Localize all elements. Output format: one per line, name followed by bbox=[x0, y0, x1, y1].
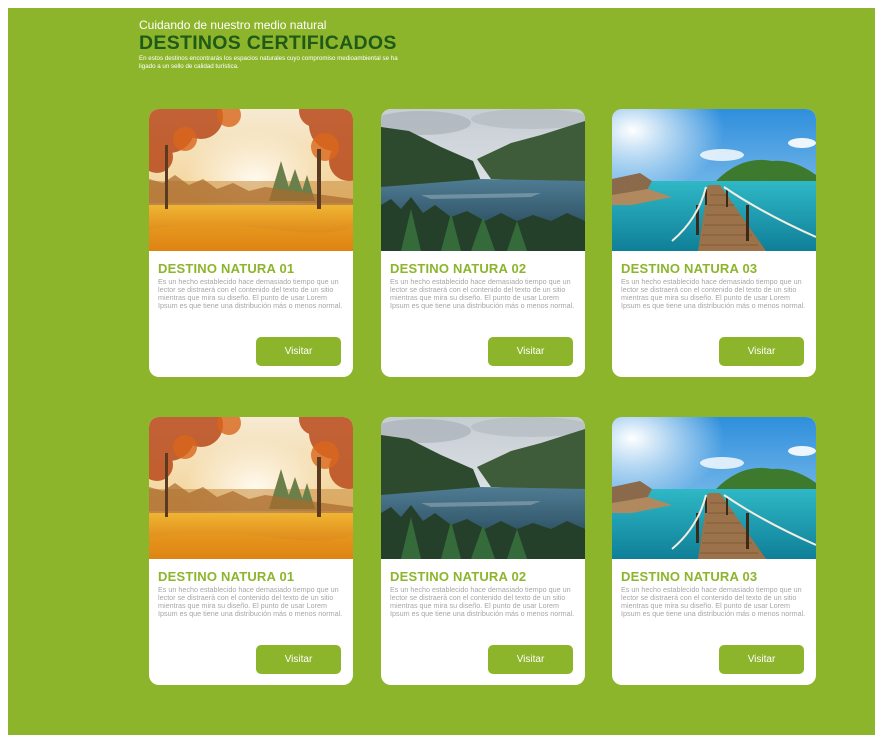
autumn-forest-image bbox=[149, 417, 353, 559]
visit-button[interactable]: Visitar bbox=[719, 337, 804, 366]
card-description: Es un hecho establecido hace demasiado t… bbox=[390, 277, 575, 310]
destination-card: DESTINO NATURA 03 Es un hecho establecid… bbox=[612, 109, 816, 377]
card-title: DESTINO NATURA 01 bbox=[158, 261, 295, 276]
visit-button[interactable]: Visitar bbox=[256, 337, 341, 366]
visit-button[interactable]: Visitar bbox=[256, 645, 341, 674]
card-description: Es un hecho establecido hace demasiado t… bbox=[390, 585, 575, 618]
card-description: Es un hecho establecido hace demasiado t… bbox=[158, 277, 343, 310]
destination-card: DESTINO NATURA 02 Es un hecho establecid… bbox=[381, 109, 585, 377]
mountain-lake-image bbox=[381, 417, 585, 559]
card-title: DESTINO NATURA 02 bbox=[390, 569, 527, 584]
visit-button[interactable]: Visitar bbox=[719, 645, 804, 674]
card-description: Es un hecho establecido hace demasiado t… bbox=[621, 277, 806, 310]
card-title: DESTINO NATURA 01 bbox=[158, 569, 295, 584]
card-title: DESTINO NATURA 03 bbox=[621, 261, 758, 276]
visit-button[interactable]: Visitar bbox=[488, 645, 573, 674]
card-description: Es un hecho establecido hace demasiado t… bbox=[158, 585, 343, 618]
tropical-pier-image bbox=[612, 417, 816, 559]
card-title: DESTINO NATURA 03 bbox=[621, 569, 758, 584]
autumn-forest-image bbox=[149, 109, 353, 251]
destination-card: DESTINO NATURA 01 Es un hecho establecid… bbox=[149, 417, 353, 685]
visit-button[interactable]: Visitar bbox=[488, 337, 573, 366]
destination-card: DESTINO NATURA 01 Es un hecho establecid… bbox=[149, 109, 353, 377]
destination-card: DESTINO NATURA 02 Es un hecho establecid… bbox=[381, 417, 585, 685]
section-title: DESTINOS CERTIFICADOS bbox=[139, 32, 397, 54]
section-header: Cuidando de nuestro medio natural DESTIN… bbox=[139, 19, 439, 70]
section-lead: En estos destinos encontrarás los espaci… bbox=[139, 55, 398, 70]
destination-card: DESTINO NATURA 03 Es un hecho establecid… bbox=[612, 417, 816, 685]
card-title: DESTINO NATURA 02 bbox=[390, 261, 527, 276]
tropical-pier-image bbox=[612, 109, 816, 251]
card-description: Es un hecho establecido hace demasiado t… bbox=[621, 585, 806, 618]
section-eyebrow: Cuidando de nuestro medio natural bbox=[139, 18, 327, 32]
mountain-lake-image bbox=[381, 109, 585, 251]
